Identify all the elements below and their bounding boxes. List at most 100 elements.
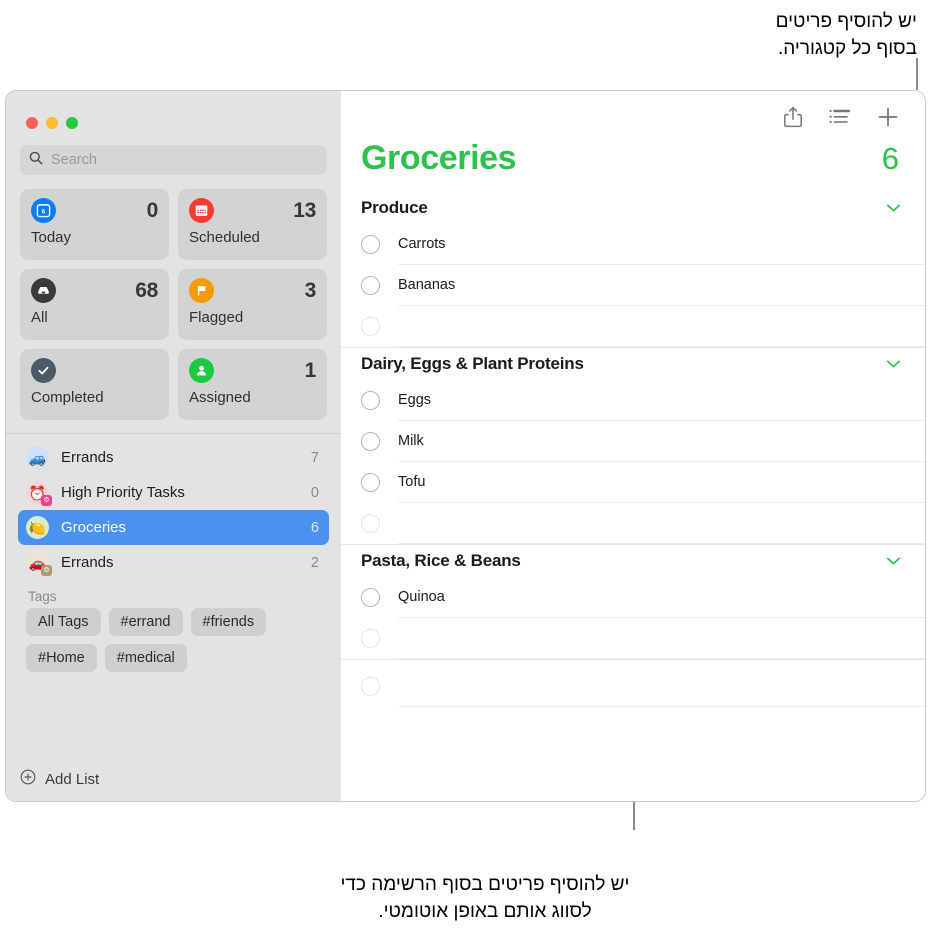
list-item-high-priority-tasks[interactable]: ⏰ ⚙ High Priority Tasks 0 <box>18 475 329 510</box>
section-pasta: Pasta, Rice & Beans Quinoa <box>341 544 925 659</box>
task-checkbox[interactable] <box>361 473 380 492</box>
list-icon-car-blue: 🚙 <box>26 446 49 469</box>
page-title: Groceries <box>361 139 517 177</box>
close-button[interactable] <box>26 117 38 129</box>
task-row[interactable]: Carrots <box>341 224 925 265</box>
user-lists: 🚙 Errands 7 ⏰ ⚙ High Priority Tasks 0 🍋 … <box>6 433 341 757</box>
smart-list-label: Flagged <box>189 309 244 326</box>
new-task-checkbox[interactable] <box>361 629 380 648</box>
reminders-content: Produce Carrots Bananas Dairy, Eggs & Pl… <box>341 192 925 801</box>
tag-home[interactable]: #Home <box>26 644 97 672</box>
list-item-errands-1[interactable]: 🚙 Errands 7 <box>18 440 329 475</box>
zoom-button[interactable] <box>66 117 78 129</box>
section-header[interactable]: Pasta, Rice & Beans <box>341 545 925 577</box>
tags-header: Tags <box>28 589 57 604</box>
list-emoji-glyph: 🚙 <box>28 449 47 466</box>
tags-container: All Tags #errand #friends #Home #medical <box>6 608 341 672</box>
calendar-day-icon: 6 <box>31 198 56 223</box>
smart-list-completed[interactable]: Completed <box>20 349 169 420</box>
new-task-row[interactable] <box>341 666 925 707</box>
annotation-top-text: יש להוסיף פריטים בסוף כל קטגוריה. <box>775 11 917 59</box>
smart-list-count: 0 <box>146 198 159 222</box>
inbox-icon <box>31 278 56 303</box>
task-label: Bananas <box>398 277 456 293</box>
section-produce: Produce Carrots Bananas <box>341 192 925 347</box>
section-title: Pasta, Rice & Beans <box>361 551 521 570</box>
new-task-checkbox[interactable] <box>361 514 380 533</box>
list-item-label: High Priority Tasks <box>61 484 185 501</box>
smart-list-today[interactable]: 6 0 Today <box>20 189 169 260</box>
smart-list-label: Scheduled <box>189 229 260 246</box>
tag-all-tags[interactable]: All Tags <box>26 608 101 636</box>
add-list-label: Add List <box>45 770 100 788</box>
task-checkbox[interactable] <box>361 276 380 295</box>
smart-list-flagged[interactable]: 3 Flagged <box>178 269 327 340</box>
minimize-button[interactable] <box>46 117 58 129</box>
search-field[interactable] <box>20 145 327 175</box>
section-dairy: Dairy, Eggs & Plant Proteins Eggs Milk T… <box>341 347 925 544</box>
new-task-row[interactable] <box>341 618 925 659</box>
task-checkbox[interactable] <box>361 432 380 451</box>
section-header[interactable]: Produce <box>341 192 925 224</box>
task-label: Milk <box>398 433 424 449</box>
add-icon[interactable] <box>877 106 899 128</box>
smart-lists-grid: 6 0 Today 13 Scheduled 68 All 3 Flagged … <box>6 175 341 420</box>
smart-list-count: 68 <box>135 278 158 302</box>
list-header: Groceries 6 <box>341 139 925 178</box>
task-row[interactable]: Eggs <box>341 380 925 421</box>
list-icon-alarm-clock: ⏰ ⚙ <box>26 481 52 506</box>
task-checkbox[interactable] <box>361 235 380 254</box>
chevron-down-icon[interactable] <box>886 359 901 369</box>
new-task-checkbox[interactable] <box>361 677 380 696</box>
task-checkbox[interactable] <box>361 391 380 410</box>
list-item-count: 0 <box>310 484 319 501</box>
smart-list-badge-icon: ⚙ <box>41 495 52 506</box>
list-item-groceries[interactable]: 🍋 Groceries 6 <box>18 510 329 545</box>
checkmark-icon <box>31 358 56 383</box>
list-item-label: Errands <box>61 449 114 466</box>
reminders-window: 6 0 Today 13 Scheduled <box>5 90 926 802</box>
task-row[interactable]: Milk <box>341 421 925 462</box>
sidebar: 6 0 Today 13 Scheduled <box>6 91 341 801</box>
section-header[interactable]: Dairy, Eggs & Plant Proteins <box>341 348 925 380</box>
smart-list-all[interactable]: 68 All <box>20 269 169 340</box>
list-icon-lemon: 🍋 <box>26 516 49 539</box>
annotation-bottom-text: יש להוסיף פריטים בסוף הרשימה כדי לסווג א… <box>340 874 630 922</box>
smart-list-count: 1 <box>304 358 317 382</box>
tag-friends[interactable]: #friends <box>190 608 267 636</box>
list-total-count: 6 <box>881 141 899 176</box>
smart-list-label: Assigned <box>189 389 251 406</box>
tag-errand[interactable]: #errand <box>108 608 183 636</box>
smart-list-label: All <box>31 309 48 326</box>
task-label: Carrots <box>398 236 446 252</box>
smart-list-assigned[interactable]: 1 Assigned <box>178 349 327 420</box>
task-row[interactable]: Quinoa <box>341 577 925 618</box>
task-label: Quinoa <box>398 589 445 605</box>
task-row[interactable]: Tofu <box>341 462 925 503</box>
main-panel: Groceries 6 Produce Carrots Bananas Dair… <box>341 91 925 801</box>
task-label: Tofu <box>398 474 426 490</box>
plus-circle-icon <box>20 769 36 789</box>
list-view-icon[interactable] <box>829 108 851 126</box>
task-row[interactable]: Bananas <box>341 265 925 306</box>
list-item-errands-2[interactable]: 🚗 ⚙ Errands 2 <box>18 545 329 580</box>
window-controls <box>6 91 341 129</box>
svg-text:6: 6 <box>42 209 46 216</box>
chevron-down-icon[interactable] <box>886 203 901 213</box>
smart-list-scheduled[interactable]: 13 Scheduled <box>178 189 327 260</box>
new-task-row[interactable] <box>341 306 925 347</box>
list-icon-car-red: 🚗 ⚙ <box>26 551 52 576</box>
list-emoji-glyph: 🍋 <box>28 519 47 536</box>
toolbar <box>341 91 925 143</box>
calendar-icon <box>189 198 214 223</box>
chevron-down-icon[interactable] <box>886 556 901 566</box>
smart-list-badge-icon: ⚙ <box>41 565 52 576</box>
task-checkbox[interactable] <box>361 588 380 607</box>
new-task-row[interactable] <box>341 503 925 544</box>
list-item-count: 2 <box>310 554 319 571</box>
search-input[interactable] <box>51 152 318 168</box>
share-icon[interactable] <box>783 106 803 128</box>
new-task-checkbox[interactable] <box>361 317 380 336</box>
add-list-button[interactable]: Add List <box>6 757 341 801</box>
tag-medical[interactable]: #medical <box>104 644 187 672</box>
